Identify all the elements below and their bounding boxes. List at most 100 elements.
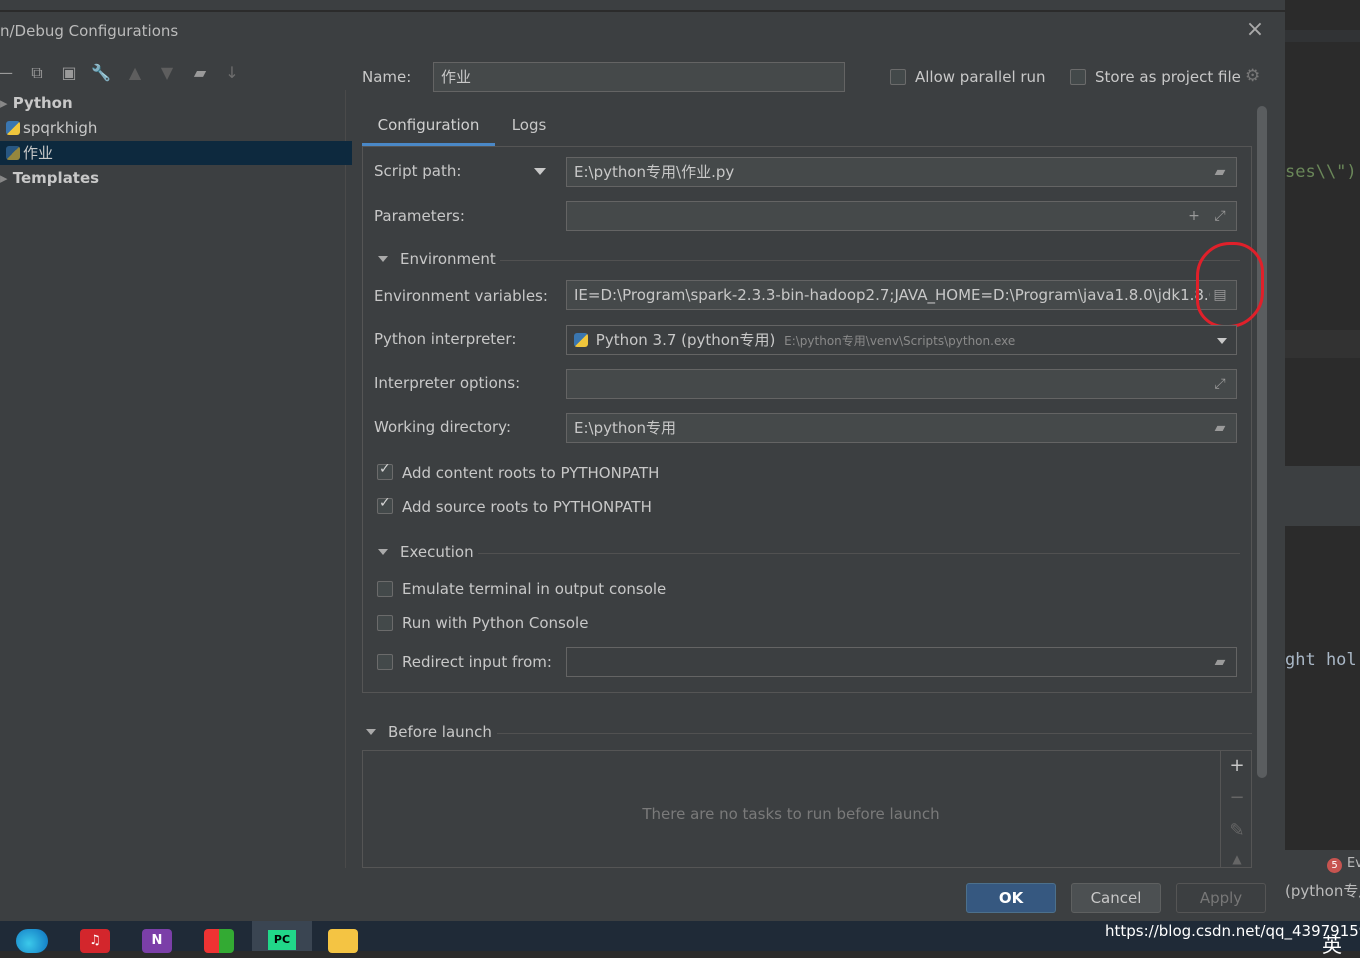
wrench-icon[interactable]: 🔧: [90, 62, 112, 84]
allow-parallel-label: Allow parallel run: [915, 68, 1046, 86]
redirect-input-field[interactable]: ▰: [566, 647, 1237, 677]
python-console-checkbox[interactable]: [377, 615, 393, 631]
ok-button[interactable]: OK: [966, 883, 1056, 913]
emulate-terminal-checkbox[interactable]: [377, 581, 393, 597]
onenote-icon[interactable]: N: [142, 929, 172, 953]
section-divider: [500, 260, 1240, 261]
parameters-label: Parameters:: [374, 207, 465, 225]
before-launch-toolbar: + − ✎ ▲: [1220, 750, 1252, 868]
arrow-up-icon[interactable]: ▲: [124, 62, 146, 84]
sort-icon[interactable]: ↓: [221, 62, 243, 84]
remove-icon[interactable]: —: [0, 62, 16, 84]
collapse-icon: [378, 549, 388, 555]
tab-configuration[interactable]: Configuration: [362, 106, 495, 146]
redirect-input-label: Redirect input from:: [402, 653, 552, 671]
script-path-input[interactable]: E:\python专用\作业.py ▰: [566, 157, 1237, 187]
store-project-checkbox[interactable]: [1070, 69, 1086, 85]
app-icon[interactable]: [204, 929, 234, 953]
event-log-label[interactable]: Ev: [1347, 856, 1360, 871]
python-console-label: Run with Python Console: [402, 614, 589, 632]
copy-icon[interactable]: ⧉: [26, 62, 48, 84]
python-interpreter-label: Python interpreter:: [374, 330, 517, 348]
execution-section[interactable]: Execution: [378, 543, 474, 561]
python-interpreter-select[interactable]: Python 3.7 (python专用) E:\python专用\venv\S…: [566, 325, 1237, 355]
interpreter-path: E:\python专用\venv\Scripts\python.exe: [784, 334, 1016, 348]
dialog-title: n/Debug Configurations: [0, 22, 179, 40]
apply-button[interactable]: Apply: [1176, 883, 1266, 913]
working-directory-value: E:\python专用: [574, 419, 677, 437]
expand-arrow-icon: ▸: [0, 169, 8, 187]
source-roots-checkbox[interactable]: [377, 495, 393, 514]
interpreter-options-label: Interpreter options:: [374, 374, 521, 392]
editor-code-line: ght hol: [1285, 650, 1357, 670]
content-roots-label: Add content roots to PYTHONPATH: [402, 464, 660, 482]
gear-icon[interactable]: ⚙: [1245, 66, 1260, 86]
arrow-down-icon[interactable]: ▼: [156, 62, 178, 84]
execution-section-label: Execution: [400, 543, 474, 561]
plus-icon[interactable]: +: [1221, 755, 1253, 776]
expand-icon[interactable]: ⤢: [1210, 206, 1230, 226]
edge-icon[interactable]: [16, 929, 48, 953]
status-interpreter[interactable]: (python专用: [1285, 880, 1360, 901]
pycharm-icon: PC: [268, 930, 296, 950]
python-icon: [6, 121, 20, 135]
tree-group-python[interactable]: ▸ Python: [0, 91, 346, 115]
environment-section[interactable]: Environment: [378, 250, 496, 268]
parameters-input[interactable]: + ⤢: [566, 201, 1237, 231]
event-log-badge[interactable]: 5: [1327, 858, 1342, 873]
tree-group-templates[interactable]: ▸ Templates: [0, 166, 346, 190]
emulate-terminal-label: Emulate terminal in output console: [402, 580, 667, 598]
environment-section-label: Environment: [400, 250, 496, 268]
save-icon[interactable]: ▣: [58, 62, 80, 84]
plus-icon[interactable]: +: [1184, 206, 1204, 226]
content-roots-checkbox[interactable]: [377, 461, 393, 480]
store-project-label: Store as project file: [1095, 68, 1241, 86]
arrow-up-icon[interactable]: ▲: [1221, 852, 1253, 866]
windows-taskbar: ♫ N PC https://blog.csdn.net/qq_43979159…: [0, 921, 1360, 957]
working-directory-input[interactable]: E:\python专用 ▰: [566, 413, 1237, 443]
folder-icon[interactable]: ▰: [1210, 162, 1230, 182]
editor-code-line: ses\\"): [1285, 162, 1357, 182]
folder-icon[interactable]: ▰: [1210, 418, 1230, 438]
tree-item-zuoye[interactable]: 作业: [0, 141, 352, 165]
netease-music-icon[interactable]: ♫: [80, 929, 110, 953]
env-vars-input[interactable]: IE=D:\Program\spark-2.3.3-bin-hadoop2.7;…: [566, 280, 1237, 310]
python-icon: [6, 146, 20, 160]
tree-group-label: Python: [12, 94, 73, 112]
name-input[interactable]: 作业: [433, 62, 845, 92]
working-directory-label: Working directory:: [374, 418, 512, 436]
file-explorer-icon[interactable]: [328, 929, 358, 953]
folder-icon[interactable]: ▰: [1210, 652, 1230, 672]
section-divider: [497, 733, 1252, 734]
before-launch-section[interactable]: Before launch: [366, 723, 492, 741]
source-roots-label: Add source roots to PYTHONPATH: [402, 498, 652, 516]
tab-logs[interactable]: Logs: [495, 106, 563, 146]
script-path-label: Script path:: [374, 162, 462, 180]
chevron-down-icon[interactable]: [1217, 338, 1227, 344]
redirect-input-checkbox[interactable]: [377, 654, 393, 670]
configurations-toolbar: — ⧉ ▣ 🔧 ▲ ▼ ▰ ↓: [0, 62, 346, 88]
allow-parallel-checkbox[interactable]: [890, 69, 906, 85]
chevron-down-icon[interactable]: [534, 168, 546, 175]
expand-arrow-icon: ▸: [0, 94, 8, 112]
interpreter-options-input[interactable]: ⤢: [566, 369, 1237, 399]
annotation-circle: [1196, 242, 1264, 328]
tree-item-spqrkhigh[interactable]: spqrkhigh: [0, 116, 352, 140]
tree-group-label: Templates: [12, 169, 100, 187]
editor-panel-divider: [1285, 466, 1360, 526]
vertical-scrollbar[interactable]: [1257, 106, 1267, 778]
before-launch-empty: There are no tasks to run before launch: [642, 805, 940, 823]
editor-gutter: [1285, 30, 1360, 42]
new-folder-icon[interactable]: ▰: [189, 62, 211, 84]
collapse-icon: [366, 729, 376, 735]
expand-icon[interactable]: ⤢: [1210, 374, 1230, 394]
cancel-button[interactable]: Cancel: [1071, 883, 1161, 913]
close-icon[interactable]: ×: [1245, 19, 1265, 41]
pycharm-taskbar-button[interactable]: PC: [252, 921, 312, 951]
pencil-icon[interactable]: ✎: [1221, 820, 1253, 841]
tree-item-label: 作业: [23, 144, 54, 162]
before-launch-label: Before launch: [388, 723, 492, 741]
ime-indicator[interactable]: 英: [1322, 929, 1342, 958]
python-icon: [574, 333, 588, 347]
minus-icon[interactable]: −: [1221, 787, 1253, 808]
